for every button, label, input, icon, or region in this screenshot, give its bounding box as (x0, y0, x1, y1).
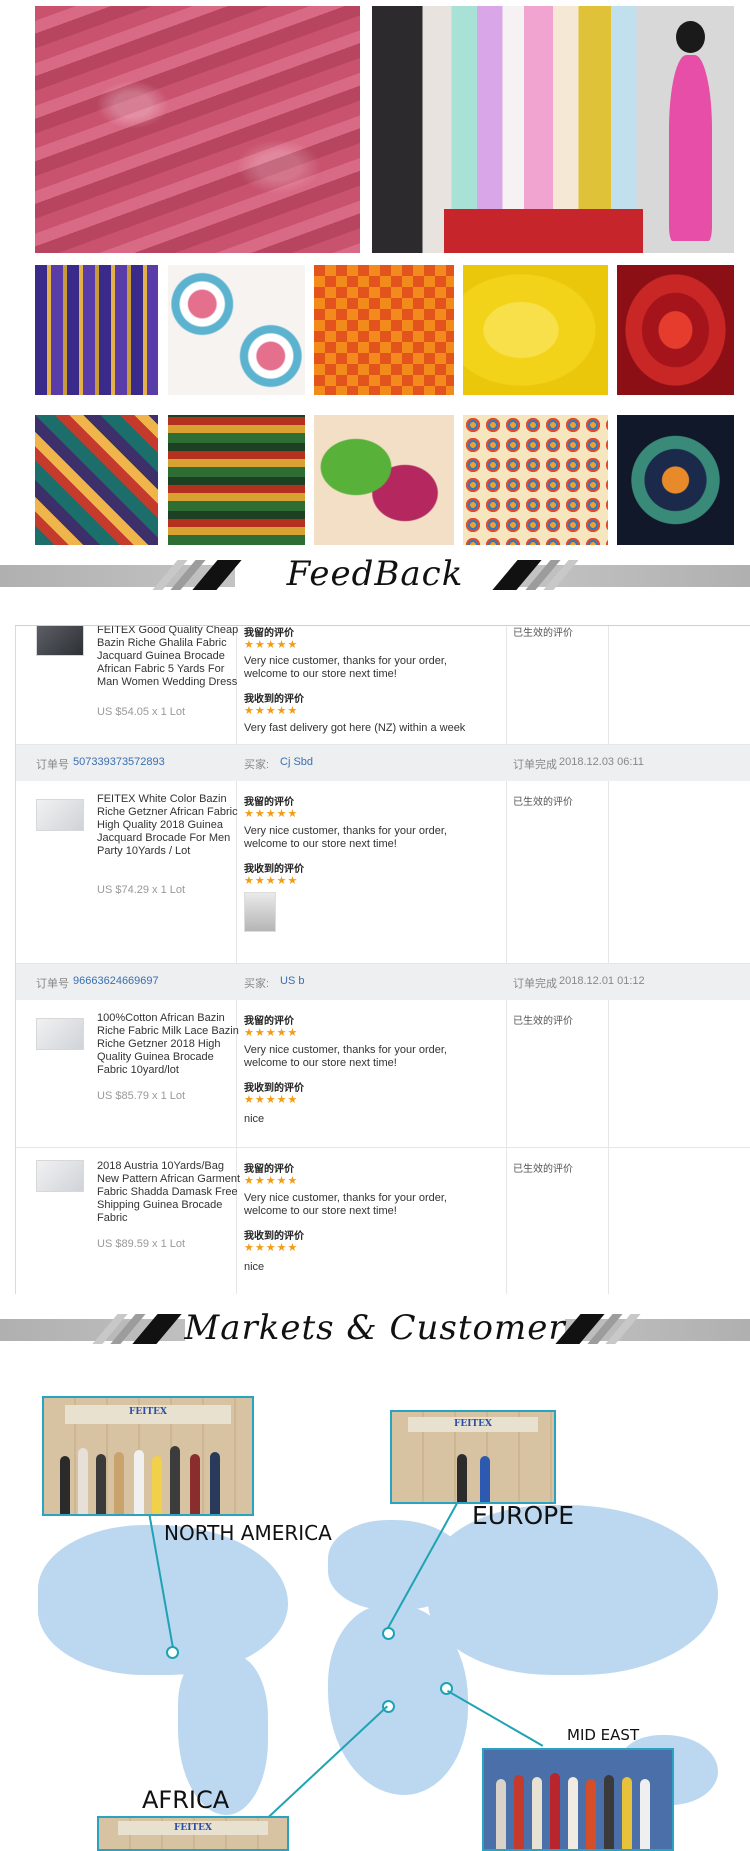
table-row: 2018 Austria 10Yards/Bag New Pattern Afr… (16, 1148, 750, 1294)
product-thumbnail[interactable] (36, 626, 84, 656)
order-number-link[interactable]: 507339373572893 (73, 756, 165, 768)
order-completed-label: 订单完成 (513, 978, 557, 990)
order-number-label: 订单号 (36, 978, 69, 990)
europe-customer-photo: FEITEX (390, 1410, 556, 1504)
rating-stars: ★★★★★ (244, 1175, 299, 1187)
rating-stars: ★★★★★ (244, 1242, 299, 1254)
buyer-name-link[interactable]: Cj Sbd (280, 756, 313, 768)
pink-bazin-fabric-photo (35, 6, 360, 253)
review-photo-thumbnail[interactable] (244, 892, 276, 932)
left-feedback-label: 我留的评价 (244, 1164, 294, 1175)
rating-stars: ★★★★★ (244, 875, 299, 887)
product-name[interactable]: FEITEX Good Quality Cheap Bazin Riche Gh… (97, 626, 245, 689)
africa-label: AFRICA (142, 1786, 230, 1814)
left-feedback-label: 我留的评价 (244, 1016, 294, 1027)
fabric-swatch (463, 415, 608, 545)
company-sign: FEITEX (64, 1404, 232, 1424)
fabric-swatch (314, 265, 454, 395)
table-row: FEITEX White Color Bazin Riche Getzner A… (16, 781, 750, 964)
left-feedback-text: Very nice customer, thanks for your orde… (244, 1044, 447, 1069)
product-price: US $54.05 x 1 Lot (97, 706, 186, 718)
africa-customer-photo: FEITEX (97, 1816, 289, 1851)
product-name[interactable]: 100%Cotton African Bazin Riche Fabric Mi… (97, 1012, 245, 1077)
mid-east-label: MID EAST (567, 1726, 640, 1744)
product-thumbnail[interactable] (36, 1160, 84, 1192)
north-america-label: NORTH AMERICA (164, 1521, 332, 1545)
fabric-swatch (314, 415, 454, 545)
africa-landmass (328, 1605, 468, 1795)
received-feedback-label: 我收到的评价 (244, 1083, 304, 1094)
order-number-label: 订单号 (36, 759, 69, 771)
product-price: US $85.79 x 1 Lot (97, 1090, 186, 1102)
location-pin (382, 1627, 395, 1640)
received-feedback-label: 我收到的评价 (244, 1231, 304, 1242)
fabric-showroom-photo (372, 6, 734, 253)
company-sign: FEITEX (408, 1417, 538, 1432)
company-sign: FEITEX (117, 1821, 269, 1836)
rating-stars: ★★★★★ (244, 705, 299, 717)
feedback-banner: FeedBack (0, 554, 750, 594)
fabric-swatch (35, 415, 158, 545)
fabric-swatch (168, 265, 305, 395)
product-name[interactable]: 2018 Austria 10Yards/Bag New Pattern Afr… (97, 1160, 245, 1225)
markets-banner: Markets & Customer (0, 1308, 750, 1348)
received-feedback-text: nice (244, 1113, 265, 1125)
order-header: 订单号 507339373572893 买家: Cj Sbd 订单完成 2018… (16, 745, 750, 781)
europe-label: EUROPE (472, 1501, 575, 1530)
product-price: US $89.59 x 1 Lot (97, 1238, 186, 1250)
left-feedback-text: Very nice customer, thanks for your orde… (244, 1192, 447, 1217)
left-feedback-label: 我留的评价 (244, 797, 294, 808)
left-feedback-text: Very nice customer, thanks for your orde… (244, 825, 447, 850)
left-feedback-label: 我留的评价 (244, 628, 294, 639)
product-price: US $74.29 x 1 Lot (97, 884, 186, 896)
rating-stars: ★★★★★ (244, 639, 299, 651)
order-header: 订单号 96663624669697 买家: US b 订单完成 2018.12… (16, 964, 750, 1000)
rating-stars: ★★★★★ (244, 1094, 299, 1106)
received-feedback-text: nice (244, 1261, 265, 1273)
feedback-status: 已生效的评价 (513, 628, 573, 639)
product-thumbnail[interactable] (36, 1018, 84, 1050)
order-completed-time: 2018.12.03 06:11 (559, 756, 644, 768)
left-feedback-text: Very nice customer, thanks for your orde… (244, 655, 447, 680)
fabric-swatch (617, 265, 734, 395)
product-thumbnail[interactable] (36, 799, 84, 831)
order-number-link[interactable]: 96663624669697 (73, 975, 159, 987)
fabric-collage (0, 0, 750, 555)
feedback-title: FeedBack (286, 554, 464, 594)
mid-east-customer-photo (482, 1748, 674, 1851)
feedback-status: 已生效的评价 (513, 797, 573, 808)
buyer-label: 买家: (244, 759, 270, 771)
location-pin (166, 1646, 179, 1659)
received-feedback-label: 我收到的评价 (244, 864, 304, 875)
rating-stars: ★★★★★ (244, 808, 299, 820)
north-america-customer-photo: FEITEX (42, 1396, 254, 1516)
received-feedback-label: 我收到的评价 (244, 694, 304, 705)
order-completed-time: 2018.12.01 01:12 (559, 975, 645, 987)
fabric-swatch (617, 415, 734, 545)
order-completed-label: 订单完成 (513, 759, 557, 771)
fabric-swatch (35, 265, 158, 395)
buyer-name-link[interactable]: US b (280, 975, 304, 987)
table-row: 100%Cotton African Bazin Riche Fabric Mi… (16, 1000, 750, 1148)
markets-title: Markets & Customer (184, 1308, 566, 1348)
rating-stars: ★★★★★ (244, 1027, 299, 1039)
received-feedback-text: Very fast delivery got here (NZ) within … (244, 722, 466, 734)
table-row: FEITEX Good Quality Cheap Bazin Riche Gh… (16, 626, 750, 745)
feedback-table: FEITEX Good Quality Cheap Bazin Riche Gh… (15, 625, 750, 1294)
buyer-label: 买家: (244, 978, 270, 990)
product-name[interactable]: FEITEX White Color Bazin Riche Getzner A… (97, 793, 245, 858)
feedback-status: 已生效的评价 (513, 1016, 573, 1027)
feedback-status: 已生效的评价 (513, 1164, 573, 1175)
asia-landmass (428, 1505, 718, 1675)
fabric-swatch (168, 415, 305, 545)
fabric-swatch (463, 265, 608, 395)
